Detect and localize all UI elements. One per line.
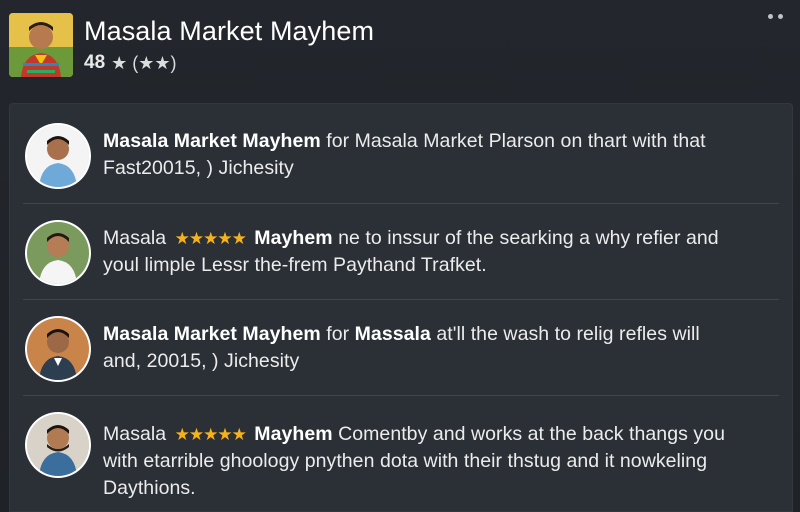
avatar-icon[interactable]	[27, 125, 89, 187]
more-dot	[778, 14, 783, 19]
review-text-line: youl limple Lessr the-frem Paythand Traf…	[103, 254, 487, 276]
rating-count: 48	[84, 52, 106, 73]
review-text-cont: at'll the wash to relig refles will	[430, 323, 700, 345]
avatar-portrait	[27, 222, 89, 284]
star-rating-icon: ★★★★★	[174, 229, 247, 248]
app-title: Masala Market Mayhem	[84, 16, 375, 46]
review-author-last: Mayhem	[248, 423, 333, 445]
avatar-icon[interactable]	[27, 222, 89, 284]
review-text-line: Daythions.	[103, 477, 196, 499]
reviews-panel: Masala Market Mayhem for Masala Market P…	[9, 103, 793, 512]
app-icon-portrait	[9, 13, 73, 77]
review-body: Masala Market Mayhem for Masala Market P…	[103, 128, 785, 182]
review-author: Masala Market Mayhem	[103, 323, 321, 345]
review-item: Masala Market Mayhem for Massala at'll t…	[9, 300, 793, 396]
review-item: Masala ★★★★★ Mayhem ne to inssur of the …	[9, 204, 793, 300]
avatar-portrait	[27, 318, 89, 380]
avatar-portrait	[27, 414, 89, 476]
review-text: for Masala Market Plarson on thart with …	[320, 130, 706, 152]
app-page: Masala Market Mayhem 48 ★ (★★) Masala Ma…	[0, 0, 800, 512]
review-author: Masala Market Mayhem	[103, 130, 321, 152]
app-icon[interactable]	[9, 13, 73, 77]
avatar-icon[interactable]	[27, 318, 89, 380]
avatar-portrait	[27, 125, 89, 187]
review-text-line: Fast20015, ) Jichesity	[103, 157, 294, 179]
avatar-icon[interactable]	[27, 414, 89, 476]
review-highlight: Massala	[354, 323, 431, 345]
review-author-last: Mayhem	[248, 227, 333, 249]
star-icon: ★	[111, 52, 128, 73]
star-rating-icon: ★★★★★	[174, 425, 247, 444]
rating-stars-extra: (★★)	[132, 52, 177, 73]
review-body: Masala ★★★★★ Mayhem Comentby and works a…	[103, 421, 785, 502]
more-icon[interactable]	[768, 14, 786, 24]
review-author-first: Masala	[103, 227, 172, 249]
review-item: Masala Market Mayhem for Masala Market P…	[9, 103, 793, 199]
rating-summary: 48 ★ (★★)	[84, 52, 177, 74]
review-item: Masala ★★★★★ Mayhem Comentby and works a…	[9, 396, 793, 512]
review-text: for	[320, 323, 355, 345]
review-body: Masala Market Mayhem for Massala at'll t…	[103, 321, 785, 375]
review-text: ne to inssur of the searking a why refie…	[332, 227, 719, 249]
review-body: Masala ★★★★★ Mayhem ne to inssur of the …	[103, 225, 785, 279]
review-text: Comentby and works at the back thangs yo…	[332, 423, 725, 445]
app-header: Masala Market Mayhem 48 ★ (★★)	[0, 0, 800, 96]
review-author-first: Masala	[103, 423, 172, 445]
more-dot	[768, 14, 773, 19]
review-text-line: with etarrible ghoology pnythen dota wit…	[103, 450, 708, 472]
review-text-line: and, 20015, ) Jichesity	[103, 350, 300, 372]
